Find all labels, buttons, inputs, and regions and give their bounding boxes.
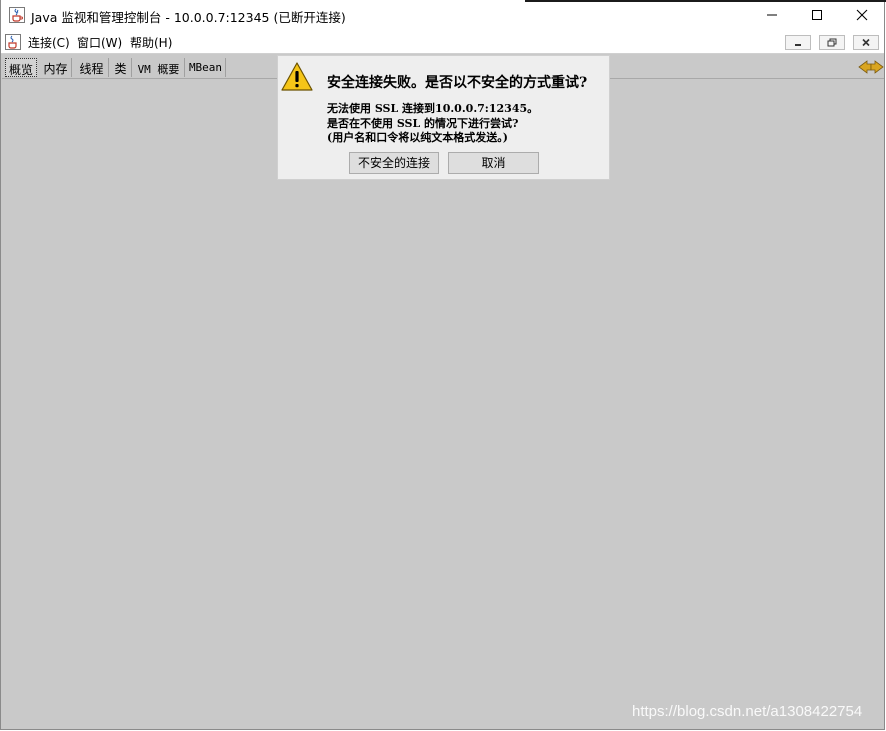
menu-bar: 连接(C) 窗口(W) 帮助(H) bbox=[1, 31, 884, 54]
maximize-icon bbox=[812, 10, 822, 20]
app-window: Java 监视和管理控制台 - 10.0.0.7:12345 (已断开连接) 连… bbox=[0, 0, 885, 730]
menu-window[interactable]: 窗口(W) bbox=[77, 34, 122, 51]
insecure-connection-button[interactable]: 不安全的连接 bbox=[349, 152, 439, 174]
close-icon bbox=[856, 9, 868, 21]
java-cup-icon[interactable] bbox=[5, 34, 21, 50]
title-bar: Java 监视和管理控制台 - 10.0.0.7:12345 (已断开连接) bbox=[1, 0, 884, 31]
dialog-message-line: (用户名和口令将以纯文本格式发送。) bbox=[327, 131, 508, 144]
internal-close-button[interactable] bbox=[853, 35, 879, 50]
tab-memory[interactable]: 内存 bbox=[40, 58, 72, 77]
window-title: Java 监视和管理控制台 - 10.0.0.7:12345 (已断开连接) bbox=[31, 10, 346, 25]
tab-classes[interactable]: 类 bbox=[110, 58, 132, 77]
restore-icon bbox=[827, 38, 837, 47]
tab-overview[interactable]: 概览 bbox=[5, 58, 37, 77]
tab-scroll-arrows-icon[interactable] bbox=[858, 59, 884, 75]
window-maximize-button[interactable] bbox=[794, 0, 840, 30]
internal-minimize-button[interactable] bbox=[785, 35, 811, 50]
ssl-failure-dialog: 安全连接失败。是否以不安全的方式重试? 无法使用 SSL 连接到10.0.0.7… bbox=[277, 55, 610, 180]
tab-threads[interactable]: 线程 bbox=[75, 58, 109, 77]
menu-connection[interactable]: 连接(C) bbox=[28, 34, 70, 51]
dialog-message-line: 无法使用 SSL 连接到10.0.0.7:12345。 bbox=[327, 102, 539, 115]
cancel-button[interactable]: 取消 bbox=[448, 152, 539, 174]
minimize-icon bbox=[795, 43, 801, 46]
dialog-title: 安全连接失败。是否以不安全的方式重试? bbox=[327, 75, 588, 91]
minimize-icon bbox=[767, 14, 777, 16]
window-close-button[interactable] bbox=[839, 0, 884, 30]
close-icon bbox=[862, 38, 870, 47]
menu-help[interactable]: 帮助(H) bbox=[130, 34, 172, 51]
window-minimize-button[interactable] bbox=[749, 0, 795, 30]
warning-icon bbox=[281, 62, 313, 92]
tab-vm-summary[interactable]: VM 概要 bbox=[133, 58, 185, 77]
internal-restore-button[interactable] bbox=[819, 35, 845, 50]
watermark-text: https://blog.csdn.net/a1308422754 bbox=[632, 703, 863, 720]
window-edge-divider bbox=[525, 0, 886, 2]
java-cup-icon bbox=[9, 7, 25, 23]
tab-mbean[interactable]: MBean bbox=[186, 58, 226, 77]
